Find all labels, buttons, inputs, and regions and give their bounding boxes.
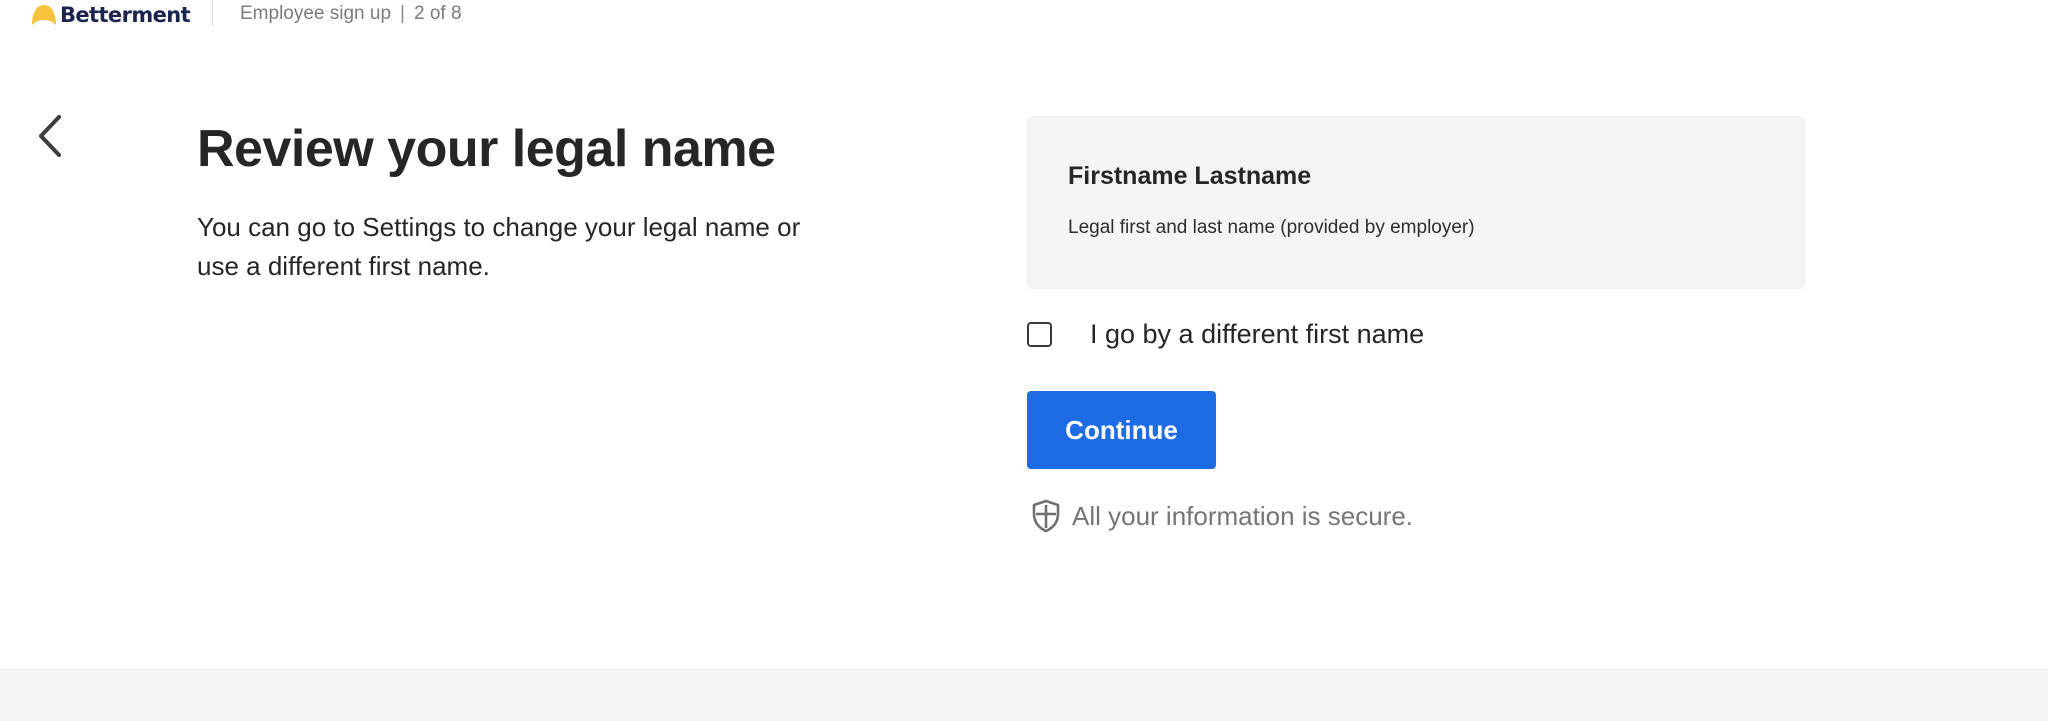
checkbox-label: I go by a different first name [1090, 318, 1425, 349]
page-title: Review your legal name [197, 120, 776, 178]
shield-icon [1032, 499, 1060, 533]
step-label: Employee sign up [240, 3, 392, 24]
secure-notice: All your information is secure. [1031, 496, 1413, 536]
secure-text: All your information is secure. [1072, 500, 1414, 531]
page-footer [0, 669, 2048, 721]
chevron-left-icon [39, 115, 61, 157]
betterment-logo[interactable]: Betterment [31, 2, 191, 28]
top-header: Betterment Employee sign up | 2 of 8 [0, 0, 2048, 30]
legal-name-note: Legal first and last name (provided by e… [1068, 217, 1475, 238]
page-description: You can go to Settings to change your le… [197, 212, 801, 281]
header-divider [212, 0, 213, 26]
step-count: 2 of 8 [413, 3, 462, 24]
different-first-name-checkbox[interactable] [1027, 321, 1052, 347]
legal-name-card: Firstname Lastname Legal first and last … [1027, 116, 1805, 289]
legal-name: Firstname Lastname [1068, 162, 1312, 190]
different-first-name-option[interactable]: I go by a different first name [1027, 313, 1424, 355]
step-separator: | [400, 3, 405, 24]
step-indicator: Employee sign up | 2 of 8 [240, 2, 462, 26]
continue-button[interactable]: Continue [1027, 391, 1216, 469]
back-button[interactable] [33, 112, 67, 160]
betterment-logo-icon [32, 5, 56, 25]
logo-text: Betterment [60, 3, 191, 27]
